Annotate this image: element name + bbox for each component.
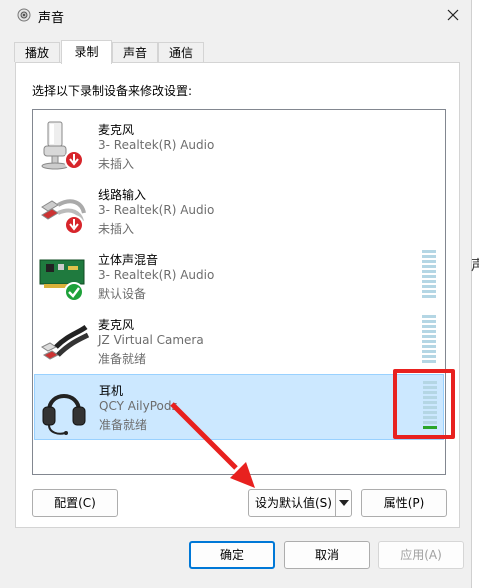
device-description: 3- Realtek(R) Audio — [98, 138, 215, 152]
device-list[interactable]: 麦克风 3- Realtek(R) Audio 未插入 线路输入 3- Real… — [32, 109, 446, 475]
level-meter — [422, 250, 436, 304]
sound-card-icon — [39, 259, 85, 302]
device-name: 麦克风 — [98, 123, 135, 137]
unplugged-badge-icon — [64, 215, 84, 235]
meter-segment — [422, 275, 436, 278]
set-default-dropdown[interactable] — [335, 490, 352, 516]
audio-cable-icon — [41, 324, 90, 360]
device-status: 未插入 — [98, 222, 135, 236]
meter-segment — [422, 285, 436, 288]
ok-button[interactable]: 确定 — [189, 541, 275, 569]
default-check-badge-icon — [64, 282, 84, 302]
tab-sounds[interactable]: 声音 — [112, 42, 158, 62]
device-name: 麦克风 — [98, 318, 135, 332]
configure-button[interactable]: 配置(C) — [32, 489, 118, 517]
meter-segment — [422, 330, 436, 333]
microphone-icon — [41, 121, 84, 170]
set-default-label: 设为默认值(S) — [255, 496, 332, 510]
meter-segment — [422, 270, 436, 273]
meter-segment — [422, 250, 436, 253]
device-description: JZ Virtual Camera — [98, 333, 204, 347]
meter-segment — [422, 320, 436, 323]
device-status: 默认设备 — [98, 287, 147, 301]
device-status: 准备就绪 — [98, 352, 147, 366]
meter-segment — [422, 325, 436, 328]
background-window-text: 声 — [471, 258, 479, 273]
apply-button[interactable]: 应用(A) — [378, 541, 464, 569]
level-meter — [422, 315, 436, 369]
meter-segment — [422, 335, 436, 338]
device-description: 3- Realtek(R) Audio — [98, 268, 215, 282]
annotation-highlight-box — [393, 369, 455, 439]
meter-segment — [422, 315, 436, 318]
meter-segment — [422, 345, 436, 348]
close-icon — [447, 9, 459, 21]
chevron-down-icon — [339, 500, 349, 506]
meter-segment — [422, 280, 436, 283]
properties-button[interactable]: 属性(P) — [361, 489, 447, 517]
device-status: 准备就绪 — [99, 418, 148, 432]
tab-playback[interactable]: 播放 — [14, 42, 60, 62]
set-default-button[interactable]: 设为默认值(S) — [248, 489, 352, 517]
recording-panel: 选择以下录制设备来修改设置: 麦克风 3- Realtek(R) Audio 未… — [15, 62, 460, 528]
title-bar[interactable]: 声音 — [0, 0, 471, 30]
tab-communications[interactable]: 通信 — [158, 42, 204, 62]
meter-segment — [422, 360, 436, 363]
meter-segment — [422, 295, 436, 298]
list-item[interactable]: 线路输入 3- Realtek(R) Audio 未插入 — [34, 179, 444, 243]
headset-icon — [42, 394, 86, 435]
speaker-icon — [17, 8, 31, 22]
list-item[interactable]: 立体声混音 3- Realtek(R) Audio 默认设备 — [34, 244, 444, 308]
tab-recording[interactable]: 录制 — [61, 40, 112, 64]
sound-dialog: 声音 播放 录制 声音 通信 选择以下录制设备来修改设置: 麦克风 3- Rea… — [0, 0, 472, 588]
unplugged-badge-icon — [64, 150, 84, 170]
list-item[interactable]: 麦克风 3- Realtek(R) Audio 未插入 — [34, 114, 444, 178]
meter-segment — [422, 255, 436, 258]
instruction-text: 选择以下录制设备来修改设置: — [32, 84, 193, 98]
device-name: 耳机 — [99, 384, 124, 398]
list-item[interactable]: 麦克风 JZ Virtual Camera 准备就绪 — [34, 309, 444, 373]
device-description: QCY AilyPods — [99, 399, 178, 413]
close-button[interactable] — [436, 0, 471, 30]
meter-segment — [422, 355, 436, 358]
meter-segment — [422, 260, 436, 263]
meter-segment — [422, 265, 436, 268]
device-description: 3- Realtek(R) Audio — [98, 203, 215, 217]
device-status: 未插入 — [98, 157, 135, 171]
meter-segment — [422, 350, 436, 353]
device-name: 线路输入 — [98, 188, 147, 202]
meter-segment — [422, 340, 436, 343]
window-title: 声音 — [38, 11, 65, 26]
list-item[interactable]: 耳机 QCY AilyPods 准备就绪 — [34, 374, 444, 440]
line-in-cable-icon — [41, 199, 86, 235]
cancel-button[interactable]: 取消 — [284, 541, 370, 569]
device-name: 立体声混音 — [98, 253, 159, 267]
meter-segment — [422, 290, 436, 293]
